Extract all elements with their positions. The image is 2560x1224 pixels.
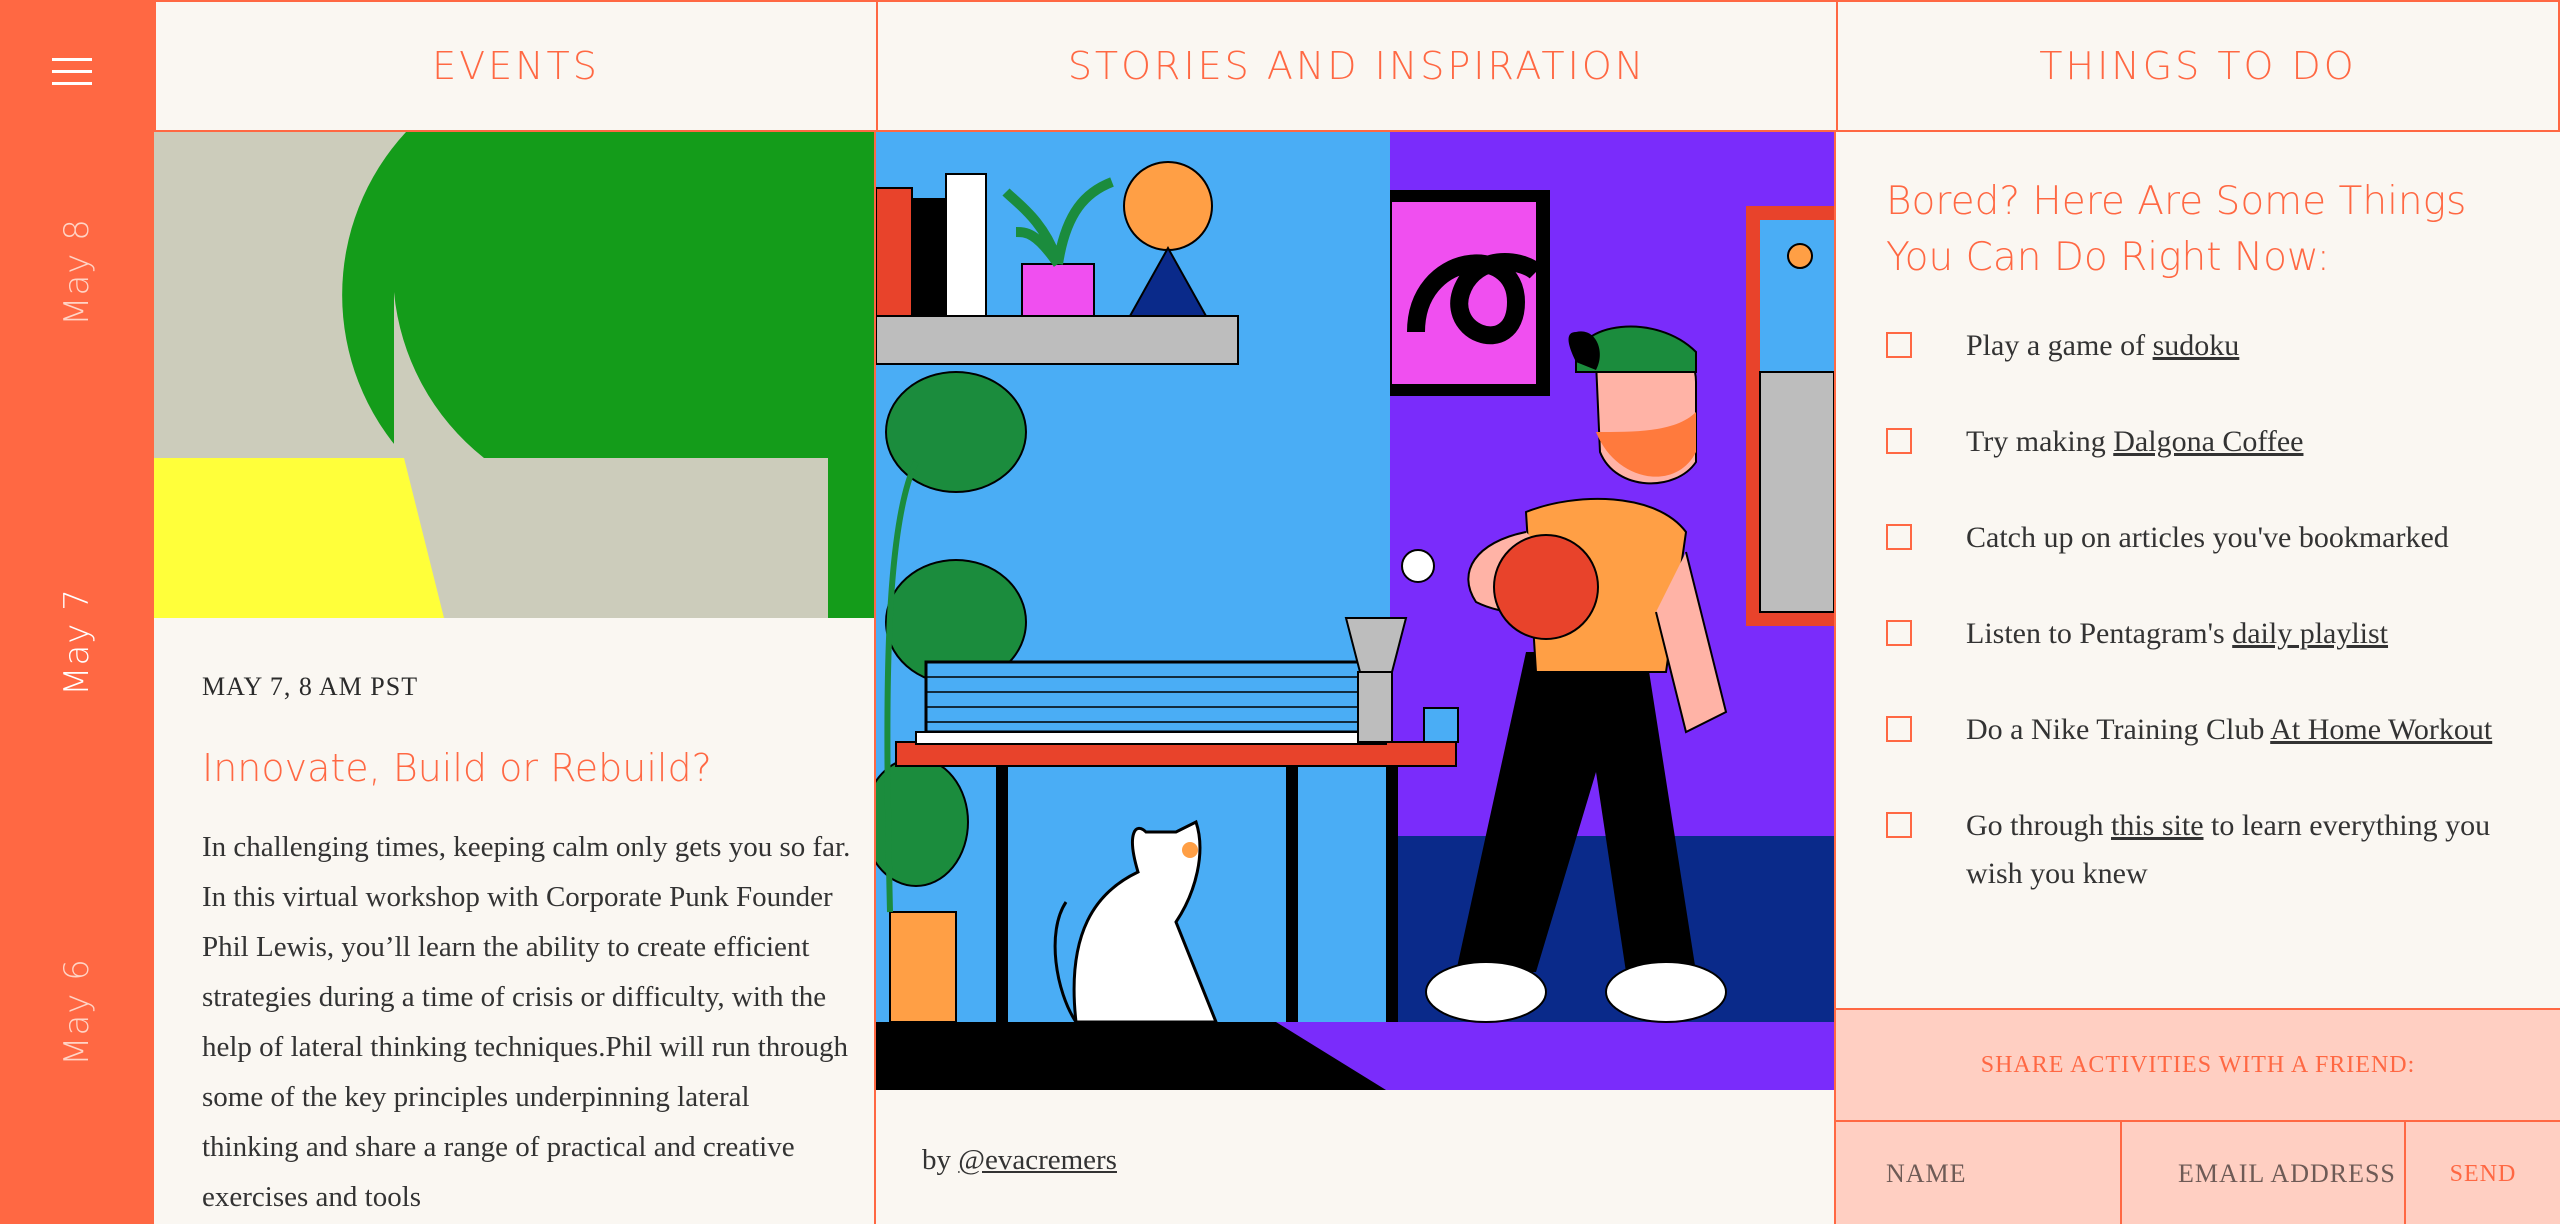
story-credit: by @evacremers: [922, 1144, 1117, 1177]
send-button[interactable]: SEND: [2406, 1122, 2560, 1224]
share-activities-form: SHARE ACTIVITIES WITH A FRIEND: SEND: [1836, 1008, 2560, 1224]
event-title[interactable]: Innovate, Build or Rebuild?: [202, 746, 712, 790]
list-item: Do a Nike Training Club At Home Workout: [1886, 706, 2526, 754]
events-column: MAY 7, 8 AM PST Innovate, Build or Rebui…: [154, 132, 876, 1224]
things-to-do-column: Bored? Here Are Some Things You Can Do R…: [1836, 132, 2560, 1224]
todo-link[interactable]: this site: [2111, 809, 2204, 842]
story-credit-link[interactable]: @evacremers: [958, 1144, 1117, 1176]
todo-link[interactable]: sudoku: [2153, 329, 2240, 362]
todo-checkbox[interactable]: [1886, 812, 1912, 838]
todo-text: Catch up on articles you've bookmarked: [1966, 521, 2449, 554]
todo-text: Listen to Pentagram's: [1966, 617, 2233, 650]
todo-checkbox[interactable]: [1886, 620, 1912, 646]
share-heading: SHARE ACTIVITIES WITH A FRIEND:: [1836, 1010, 2560, 1122]
list-item: Catch up on articles you've bookmarked: [1886, 514, 2526, 562]
list-item: Listen to Pentagram's daily playlist: [1886, 610, 2526, 658]
tab-things-to-do[interactable]: THINGS TO DO: [1836, 0, 2560, 132]
tab-events[interactable]: EVENTS: [154, 0, 878, 132]
date-tab-label: May 7: [56, 588, 97, 696]
todo-link[interactable]: daily playlist: [2232, 617, 2388, 650]
todo-text: Go through: [1966, 809, 2111, 842]
todo-link[interactable]: At Home Workout: [2270, 713, 2492, 746]
list-item: Try making Dalgona Coffee: [1886, 418, 2526, 466]
things-title: Bored? Here Are Some Things You Can Do R…: [1886, 179, 2467, 280]
date-sidebar: May 8 May 7 May 6: [0, 0, 154, 1224]
tab-stories-and-inspiration[interactable]: STORIES AND INSPIRATION: [876, 0, 1838, 132]
date-tab-label: May 8: [56, 218, 97, 326]
todo-link[interactable]: Dalgona Coffee: [2113, 425, 2303, 458]
email-field[interactable]: [2122, 1122, 2406, 1224]
date-tab-may-7[interactable]: May 7: [0, 542, 154, 742]
date-tab-may-8[interactable]: May 8: [0, 172, 154, 372]
todo-text: Play a game of: [1966, 329, 2153, 362]
name-field[interactable]: [1836, 1122, 2122, 1224]
event-illustration: [154, 132, 874, 618]
list-item: Go through this site to learn everything…: [1886, 802, 2526, 898]
todo-list: Play a game of sudoku Try making Dalgona…: [1886, 322, 2526, 946]
hamburger-menu-icon[interactable]: [52, 52, 98, 92]
event-date-time: MAY 7, 8 AM PST: [202, 672, 419, 701]
todo-text: Try making: [1966, 425, 2114, 458]
todo-checkbox[interactable]: [1886, 332, 1912, 358]
todo-text: Do a Nike Training Club: [1966, 713, 2271, 746]
list-item: Play a game of sudoku: [1886, 322, 2526, 370]
story-illustration: [876, 132, 1834, 1090]
date-tab-label: May 6: [56, 958, 97, 1066]
stories-column: by @evacremers: [876, 132, 1836, 1224]
todo-checkbox[interactable]: [1886, 716, 1912, 742]
story-credit-prefix: by: [922, 1144, 959, 1176]
event-description: In challenging times, keeping calm only …: [202, 831, 851, 1213]
todo-checkbox[interactable]: [1886, 524, 1912, 550]
date-tab-may-6[interactable]: May 6: [0, 912, 154, 1112]
todo-checkbox[interactable]: [1886, 428, 1912, 454]
